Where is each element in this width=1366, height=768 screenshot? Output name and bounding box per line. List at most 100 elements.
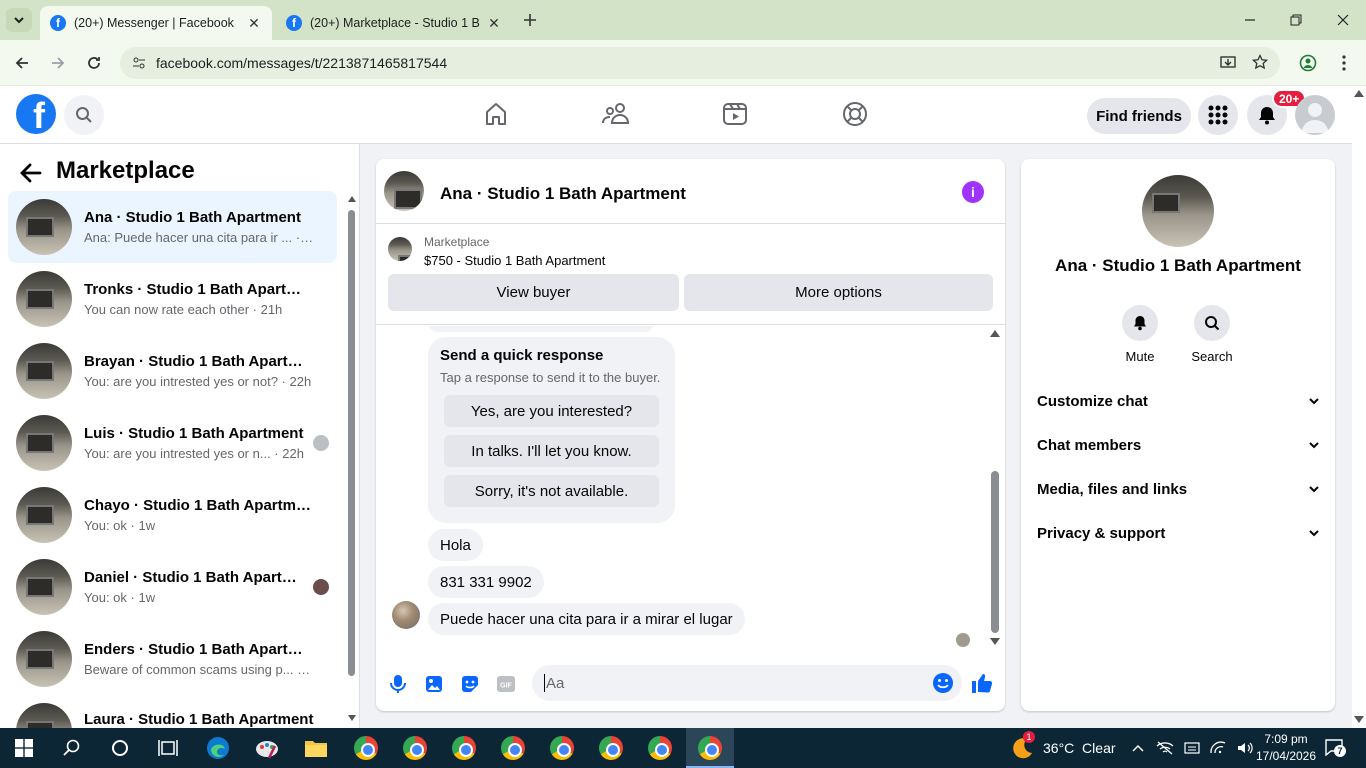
new-tab-icon[interactable] (520, 10, 540, 30)
chrome-icon[interactable] (352, 734, 380, 762)
close-tab-icon[interactable]: ✕ (486, 15, 502, 31)
conversation-item[interactable]: Brayan · Studio 1 Bath Apartment You: ar… (8, 335, 337, 407)
search-icon (1194, 305, 1230, 341)
clock[interactable]: 7:09 pm 17/04/2026 (1248, 731, 1324, 765)
find-friends-button[interactable]: Find friends (1087, 98, 1191, 134)
conversation-item[interactable]: Tronks · Studio 1 Bath Apartment You can… (8, 263, 337, 335)
like-thumbs-up-icon[interactable] (971, 672, 993, 694)
account-avatar[interactable] (1295, 95, 1335, 135)
chrome-icon[interactable] (548, 734, 576, 762)
listing-thumbnail (16, 415, 72, 471)
search-icon[interactable] (58, 734, 86, 762)
task-view-icon[interactable] (154, 734, 182, 762)
paint-app-icon[interactable] (253, 734, 281, 762)
chrome-icon[interactable] (450, 734, 478, 762)
back-arrow-icon[interactable] (18, 160, 44, 186)
notification-center-icon[interactable]: 7 (1324, 738, 1346, 758)
file-explorer-icon[interactable] (302, 734, 330, 762)
chat-avatar[interactable] (384, 171, 424, 211)
url-text: facebook.com/messages/t/2213871465817544 (156, 55, 448, 71)
page-scrollbar[interactable] (1352, 86, 1366, 728)
scrollbar-thumb[interactable] (348, 210, 355, 676)
conversation-item[interactable]: Enders · Studio 1 Bath Apartment Beware … (8, 623, 337, 695)
wifi-icon[interactable] (1209, 741, 1227, 755)
sidebar-scrollbar[interactable] (347, 196, 356, 728)
edge-icon[interactable] (204, 734, 232, 762)
message-bubble[interactable]: Hola (428, 529, 483, 561)
mute-button[interactable]: Mute (1110, 305, 1170, 364)
bookmark-star-icon[interactable] (1252, 54, 1268, 70)
chat-title[interactable]: Ana · Studio 1 Bath Apartment (440, 184, 686, 204)
windows-start-icon[interactable] (10, 734, 38, 762)
message-input[interactable]: Aa (532, 665, 962, 701)
chat-scrollbar[interactable] (987, 326, 1001, 651)
listing-title[interactable]: $750 - Studio 1 Bath Apartment (424, 253, 605, 268)
view-buyer-button[interactable]: View buyer (388, 274, 679, 311)
scrollbar-thumb[interactable] (991, 471, 999, 633)
active-taskbar-item[interactable] (686, 728, 734, 768)
site-info-icon[interactable] (132, 56, 146, 70)
keyboard-layout-icon[interactable] (1184, 741, 1200, 755)
search-in-chat-button[interactable]: Search (1182, 305, 1242, 364)
customize-chat-section[interactable]: Customize chat (1037, 389, 1319, 413)
conversation-preview: You: ok · 1w (84, 590, 156, 605)
network-disconnected-icon[interactable] (1156, 741, 1174, 755)
quick-response-option[interactable]: Sorry, it's not available. (444, 475, 659, 507)
close-tab-icon[interactable]: ✕ (246, 15, 262, 31)
chrome-icon[interactable] (646, 734, 674, 762)
minimize-icon[interactable] (1240, 10, 1260, 30)
video-icon[interactable] (720, 99, 750, 129)
quick-response-option[interactable]: In talks. I'll let you know. (444, 435, 659, 467)
quick-response-title: Send a quick response (440, 347, 604, 364)
microphone-icon[interactable] (387, 673, 409, 695)
tab-messenger[interactable]: f (20+) Messenger | Facebook ✕ (40, 6, 272, 40)
chevron-up-icon[interactable] (1132, 744, 1144, 752)
emoji-icon[interactable] (932, 672, 954, 694)
home-icon[interactable] (481, 99, 511, 129)
privacy-support-section[interactable]: Privacy & support (1037, 521, 1319, 545)
tab-marketplace[interactable]: f (20+) Marketplace - Studio 1 Ba ✕ (276, 6, 512, 40)
quick-response-option[interactable]: Yes, are you interested? (444, 395, 659, 427)
tab-search-button[interactable] (6, 8, 32, 32)
conversation-item[interactable]: Laura · Studio 1 Bath Apartment (8, 695, 337, 728)
media-files-links-section[interactable]: Media, files and links (1037, 477, 1319, 501)
menu-grid-icon[interactable] (1198, 95, 1238, 135)
conversation-name: Chayo · Studio 1 Bath Apartment (84, 497, 314, 514)
chrome-icon[interactable] (499, 734, 527, 762)
close-window-icon[interactable] (1333, 10, 1353, 30)
gaming-icon[interactable] (840, 99, 870, 129)
facebook-logo-icon[interactable]: f (16, 94, 56, 134)
sticker-icon[interactable] (459, 673, 481, 695)
friends-icon[interactable] (601, 99, 631, 129)
info-icon[interactable]: i (962, 181, 984, 203)
install-app-icon[interactable] (1220, 55, 1236, 71)
conversation-name: Brayan · Studio 1 Bath Apartment (84, 353, 314, 370)
sender-avatar[interactable] (392, 601, 420, 629)
conversation-item[interactable]: Chayo · Studio 1 Bath Apartment You: ok … (8, 479, 337, 551)
weather-widget[interactable]: 1 36°C Clear (1011, 728, 1116, 768)
restore-icon[interactable] (1286, 10, 1306, 30)
gif-icon[interactable]: GIF (495, 673, 517, 695)
listing-thumbnail (16, 703, 72, 728)
reload-icon[interactable] (83, 52, 105, 74)
back-icon[interactable] (11, 52, 33, 74)
more-options-button[interactable]: More options (684, 274, 993, 311)
photo-icon[interactable] (423, 673, 445, 695)
conversation-item[interactable]: Ana · Studio 1 Bath Apartment Ana: Puede… (8, 191, 337, 263)
browser-menu-icon[interactable] (1333, 52, 1355, 74)
seen-avatar (313, 579, 329, 595)
forward-icon[interactable] (47, 52, 69, 74)
chrome-icon[interactable] (401, 734, 429, 762)
contact-avatar[interactable] (1142, 175, 1214, 247)
profile-icon[interactable] (1297, 52, 1319, 74)
url-bar[interactable]: facebook.com/messages/t/2213871465817544 (120, 47, 1280, 79)
conversation-item[interactable]: Luis · Studio 1 Bath Apartment You: are … (8, 407, 337, 479)
conversation-preview: Ana: Puede hacer una cita para ir ... · … (84, 230, 314, 245)
chat-members-section[interactable]: Chat members (1037, 433, 1319, 457)
message-bubble[interactable]: 831 331 9902 (428, 566, 544, 598)
chrome-icon[interactable] (597, 734, 625, 762)
cortana-icon[interactable] (106, 734, 134, 762)
message-bubble[interactable]: Puede hacer una cita para ir a mirar el … (428, 603, 745, 635)
search-icon[interactable] (64, 95, 104, 135)
conversation-item[interactable]: Daniel · Studio 1 Bath Apartm... You: ok… (8, 551, 337, 623)
